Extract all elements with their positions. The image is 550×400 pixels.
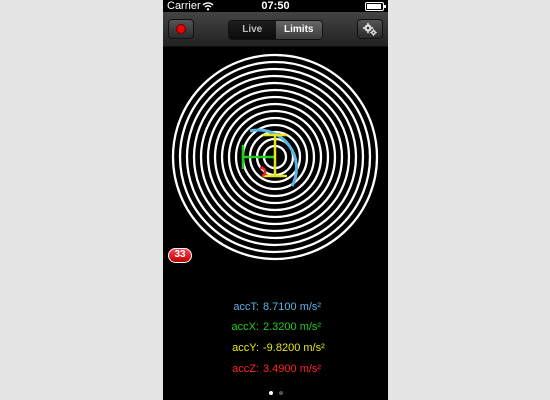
readout-label: accY: (232, 342, 259, 354)
page-dot[interactable] (268, 391, 273, 395)
page-indicator[interactable] (163, 382, 388, 400)
readout-value: 2.3200 m/s² (263, 321, 322, 333)
target-plot (171, 53, 379, 261)
readout-label: accT: (233, 301, 259, 313)
readout-value: 3.4900 m/s² (263, 363, 322, 375)
page-dot[interactable] (278, 391, 283, 395)
readout-label: accX: (231, 321, 259, 333)
readout-value: -9.8200 m/s² (263, 342, 325, 354)
readout-value: 8.7100 m/s² (263, 301, 322, 313)
sample-count-badge: 33 (168, 248, 192, 263)
acc-z-marker (259, 166, 267, 178)
app-screen: Carrier 07:50 Live Limits 33 accT: 8.710… (163, 0, 388, 400)
readout-label: accZ: (232, 363, 259, 375)
